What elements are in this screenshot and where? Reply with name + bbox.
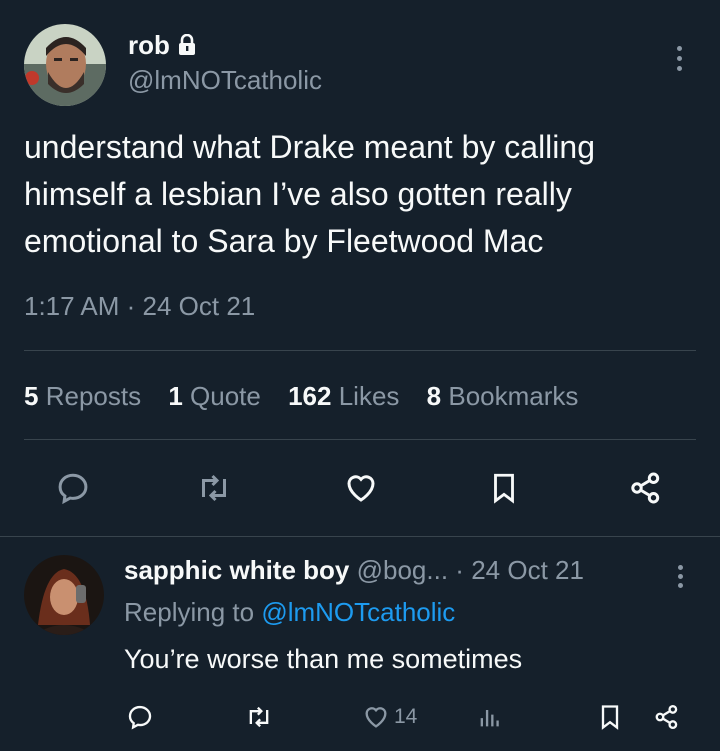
replying-to: Replying to @lmNOTcatholic	[124, 595, 455, 629]
more-dot	[676, 65, 682, 71]
reply-more-options-icon[interactable]	[666, 559, 694, 593]
reply-text: You’re worse than me sometimes	[124, 644, 523, 674]
reposts-label: Reposts	[45, 381, 142, 411]
reply-header: sapphic white boy @bog... · 24 Oct 21	[124, 553, 584, 587]
tweet-text: understand what Drake meant by calling h…	[24, 129, 595, 259]
divider	[24, 439, 696, 440]
reply-bookmark-icon[interactable]	[596, 697, 624, 737]
reply-share-icon[interactable]	[652, 697, 682, 737]
quotes-label: Quote	[190, 381, 261, 411]
like-icon[interactable]	[339, 466, 383, 510]
reposts-stat[interactable]: 5 Reposts	[24, 381, 141, 411]
replying-prefix: Replying to	[124, 597, 255, 627]
reply-like-icon	[365, 707, 387, 728]
author-handle[interactable]: @lmNOTcatholic	[128, 64, 322, 96]
author-name[interactable]: rob	[128, 30, 196, 60]
quotes-stat[interactable]: 1 Quote	[168, 381, 261, 411]
likes-label: Likes	[338, 381, 400, 411]
author-name-text: rob	[128, 30, 170, 60]
reply-repost-icon[interactable]	[244, 697, 274, 737]
main-tweet: rob @lmNOTcatholic understand what Drake…	[0, 0, 720, 536]
replying-mention[interactable]: @lmNOTcatholic	[261, 597, 455, 627]
engagement-stats: 5 Reposts 1 Quote 162 Likes 8 Bookmarks	[24, 378, 598, 414]
reposts-count: 5	[24, 381, 39, 411]
bookmarks-count: 8	[426, 381, 442, 411]
reply-author-name[interactable]: sapphic white boy	[124, 555, 349, 585]
tweet-action-bar	[0, 462, 720, 518]
more-dot	[676, 55, 682, 61]
author-avatar[interactable]	[24, 24, 106, 106]
bookmarks-stat[interactable]: 8 Bookmarks	[427, 381, 579, 411]
reply-tweet[interactable]: sapphic white boy @bog... · 24 Oct 21 Re…	[0, 537, 720, 751]
reply-icon[interactable]	[51, 466, 95, 510]
separator-dot: ·	[455, 555, 464, 585]
reply-date[interactable]: 24 Oct 21	[471, 555, 584, 585]
more-options-icon[interactable]	[664, 38, 694, 78]
more-dot	[676, 45, 682, 51]
more-dot	[677, 582, 683, 588]
tweet-timestamp[interactable]: 1:17 AM · 24 Oct 21	[24, 290, 255, 322]
reply-like-button[interactable]: 14	[362, 697, 417, 737]
reply-views-icon[interactable]	[476, 697, 504, 737]
reply-author-handle[interactable]: @bog...	[357, 555, 448, 585]
more-dot	[677, 564, 683, 570]
repost-icon[interactable]	[192, 466, 236, 510]
reply-author-avatar[interactable]	[24, 555, 104, 635]
share-icon[interactable]	[624, 466, 668, 510]
reply-reply-icon[interactable]	[126, 697, 154, 737]
likes-count: 162	[288, 381, 332, 411]
reply-likes-count: 14	[394, 705, 418, 728]
author-avatar-image	[24, 24, 106, 106]
quotes-count: 1	[168, 381, 183, 411]
bookmarks-label: Bookmarks	[448, 381, 579, 411]
lock-icon	[178, 34, 195, 55]
likes-stat[interactable]: 162 Likes	[288, 381, 399, 411]
divider	[24, 350, 696, 351]
bookmark-icon[interactable]	[482, 466, 526, 510]
more-dot	[677, 573, 683, 579]
reply-avatar-image	[24, 555, 104, 635]
